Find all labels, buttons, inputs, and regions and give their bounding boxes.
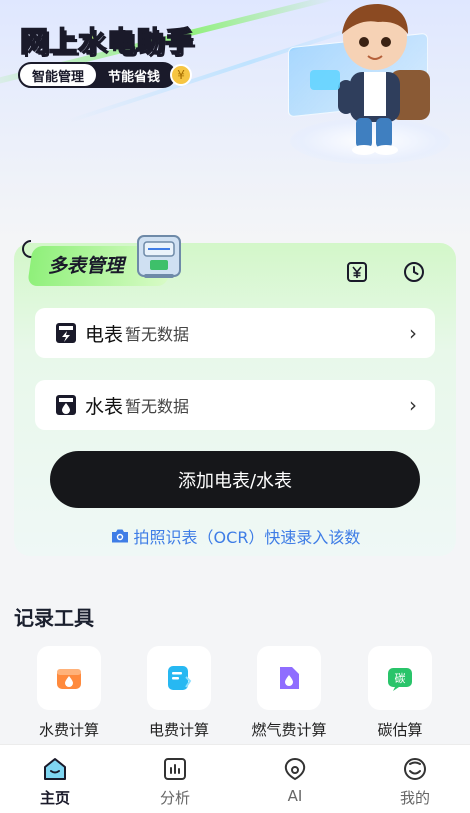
carbon-glyph: 碳 <box>395 671 406 685</box>
card-title: 多表管理 <box>48 255 125 277</box>
electric-meter-row[interactable]: 电表 暂无数据 › <box>35 308 435 358</box>
electric-fee-icon <box>168 666 192 690</box>
tool-water-fee[interactable]: 水费计算 <box>14 646 124 744</box>
camera-icon <box>111 529 128 543</box>
tab-label: 我的 <box>399 789 430 807</box>
tool-label: 水费计算 <box>38 721 99 739</box>
tool-label: 碳估算 <box>377 721 423 739</box>
tab-home[interactable]: 主页 <box>15 755 95 810</box>
tools-section-title: 记录工具 <box>14 606 94 630</box>
home-icon <box>44 758 66 780</box>
tab-label: 主页 <box>39 789 70 807</box>
tab-ai[interactable]: AI <box>255 755 335 810</box>
profile-icon <box>404 758 426 780</box>
add-meter-button[interactable]: 添加电表/水表 <box>50 451 420 508</box>
tag-smart-management: 智能管理 <box>18 62 99 88</box>
tool-carbon[interactable]: 碳 碳估算 <box>345 646 455 744</box>
analysis-icon <box>164 758 186 780</box>
tab-profile[interactable]: 我的 <box>375 755 455 810</box>
app-title: 网上水电助手 <box>19 24 195 59</box>
electric-meter-icon <box>56 323 76 343</box>
water-fee-icon <box>57 669 81 689</box>
clock-history-icon[interactable] <box>402 260 426 284</box>
ai-icon <box>284 757 306 781</box>
ocr-scan-link[interactable]: 拍照识表（OCR）快速录入该数 <box>0 524 470 548</box>
tool-gas-fee[interactable]: 燃气费计算 <box>234 646 344 744</box>
tool-icon-box <box>257 646 321 710</box>
tab-analysis[interactable]: 分析 <box>135 755 215 810</box>
yuan-calc-icon[interactable] <box>345 260 369 284</box>
meter-status: 暂无数据 <box>125 325 190 344</box>
tool-icon-box <box>37 646 101 710</box>
tool-label: 电费计算 <box>148 721 209 739</box>
gas-fee-icon <box>280 667 299 689</box>
tool-icon-box <box>147 646 211 710</box>
chevron-right-icon: › <box>409 321 417 345</box>
meter-name: 电表 <box>85 323 124 346</box>
water-meter-row[interactable]: 水表 暂无数据 › <box>35 380 435 430</box>
hero-tags: 智能管理 节能省钱 ¥ <box>18 62 193 88</box>
tool-label: 燃气费计算 <box>251 721 327 739</box>
carbon-icon: 碳 <box>388 668 412 691</box>
meter-name: 水表 <box>85 395 124 418</box>
bottom-tab-bar: 主页 分析 AI 我的 <box>0 744 470 813</box>
water-meter-icon <box>56 395 76 415</box>
tag-energy-saving: 节能省钱 <box>86 62 177 88</box>
coin-icon: ¥ <box>170 64 193 86</box>
meter-illustration <box>137 235 181 278</box>
chevron-right-icon: › <box>409 393 417 417</box>
tab-label: 分析 <box>159 789 190 807</box>
tab-label: AI <box>287 787 303 805</box>
ocr-link-label: 拍照识表（OCR）快速录入该数 <box>133 528 361 547</box>
tool-icon-box: 碳 <box>368 646 432 710</box>
boy-mascot-illustration <box>310 4 430 155</box>
tool-electric-fee[interactable]: 电费计算 <box>124 646 234 744</box>
meter-status: 暂无数据 <box>125 397 190 416</box>
